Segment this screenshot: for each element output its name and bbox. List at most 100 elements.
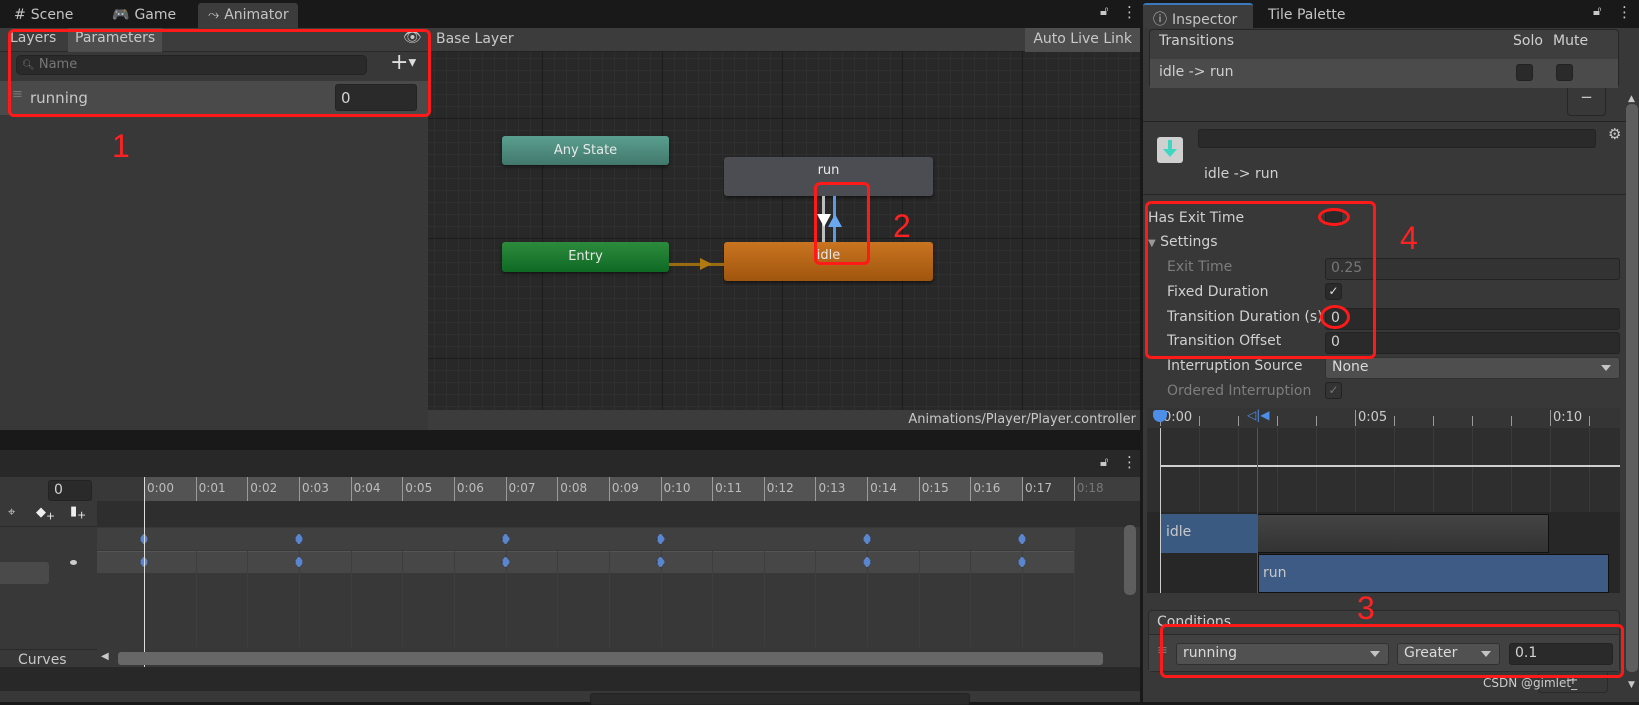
annotation-label-1: 1: [112, 128, 130, 164]
grid-icon: #: [14, 7, 26, 23]
grid-line: [350, 551, 352, 647]
timeline-tick: [1433, 416, 1434, 426]
keyframe[interactable]: [501, 556, 511, 568]
keyframe[interactable]: [501, 533, 511, 545]
timeline-tick: [1589, 416, 1590, 426]
grid-line: [1238, 428, 1239, 512]
timeline-tick: [1355, 410, 1356, 426]
solo-checkbox[interactable]: [1516, 64, 1533, 81]
keyframe[interactable]: [294, 533, 304, 545]
grid-line: [712, 551, 714, 647]
tab-animator[interactable]: ⤳ Animator: [198, 3, 298, 28]
ordered-interruption-checkbox[interactable]: ✓: [1325, 382, 1342, 399]
tab-tile-palette[interactable]: Tile Palette: [1258, 3, 1355, 28]
grid-line: [1394, 428, 1395, 512]
grid-line: [453, 551, 455, 647]
timeline-tick-label: 0:05: [1358, 410, 1388, 425]
annotation-box-1: [8, 29, 431, 117]
inspector-scrollbar[interactable]: [1626, 104, 1638, 672]
gear-icon[interactable]: ⚙: [1608, 125, 1621, 143]
transition-timeline[interactable]: 0:00 0:05 0:10 idle run ◁|◀: [1147, 408, 1629, 593]
console-search-input[interactable]: [590, 693, 970, 705]
entry-transition-arrow[interactable]: [669, 263, 724, 266]
timeline-tick: [1472, 416, 1473, 426]
tab-scene[interactable]: # Scene: [4, 3, 83, 28]
state-entry[interactable]: Entry: [502, 242, 669, 272]
keyframe[interactable]: [1017, 533, 1027, 545]
timeline-tick: [1277, 416, 1278, 426]
grid-line: [763, 551, 765, 647]
watermark: CSDN @gimlet_: [1483, 676, 1578, 690]
lock-icon[interactable]: 🔓︎: [1100, 4, 1108, 19]
menu-icon[interactable]: ⋮: [1617, 3, 1632, 21]
annotation-label-4: 4: [1400, 220, 1418, 256]
curves-tab[interactable]: Curves: [18, 652, 67, 668]
annotation-label-2: 2: [893, 208, 911, 244]
annotation-box-2: [814, 182, 870, 265]
graph-status-bar: Animations/Player/Player.controller: [428, 410, 1140, 430]
transition-row[interactable]: idle -> run: [1150, 59, 1618, 88]
grid-line: [815, 551, 817, 647]
timeline-tick: [1550, 410, 1551, 426]
grid-line: [1511, 428, 1512, 512]
inspector-tabbar: ⓘ Inspector Tile Palette 🔓︎ ⋮: [1143, 0, 1639, 28]
timeline-tick: [1511, 416, 1512, 426]
mute-checkbox[interactable]: [1556, 64, 1573, 81]
keyframe[interactable]: [862, 556, 872, 568]
scroll-up-icon[interactable]: ▲: [1628, 94, 1635, 104]
vertical-scrollbar[interactable]: [1124, 525, 1136, 595]
playhead[interactable]: [144, 477, 145, 669]
keyframe[interactable]: [656, 533, 665, 545]
left-tabbar: # Scene 🎮 Game ⤳ Animator 🔓︎ ⋮: [0, 0, 1140, 28]
scroll-down-icon[interactable]: ▼: [1628, 680, 1635, 690]
grid-line: [1433, 428, 1434, 512]
annotation-circle: [1318, 208, 1350, 226]
grid-line: [918, 551, 920, 647]
timeline-tick: [1238, 416, 1239, 426]
keyframe[interactable]: [862, 533, 872, 545]
grid-line: [970, 551, 972, 647]
grid-line: [1316, 428, 1317, 512]
grid-line: [1277, 428, 1278, 512]
annotation-box-3: [1160, 624, 1624, 678]
timeline-tick-label: 0:10: [1553, 410, 1583, 425]
animator-graph[interactable]: Base Layer Auto Live Link Animations/Pla…: [428, 28, 1140, 430]
timeline-tick: [1316, 416, 1317, 426]
menu-icon[interactable]: ⋮: [1122, 3, 1137, 21]
timeline-tick: [1199, 416, 1200, 426]
destination-state-bar[interactable]: run: [1258, 554, 1609, 593]
state-any-state[interactable]: Any State: [502, 136, 669, 165]
horizontal-scrollbar[interactable]: [118, 652, 1103, 665]
keyframe[interactable]: [656, 556, 665, 568]
transition-icon: [1157, 137, 1183, 163]
controller-path: Animations/Player/Player.controller: [908, 412, 1136, 427]
inspector-panel: Transitions Solo Mute idle -> run − ⚙ id…: [1143, 28, 1639, 702]
interruption-source-dropdown[interactable]: None: [1325, 357, 1620, 379]
auto-live-link-button[interactable]: Auto Live Link: [1025, 28, 1140, 52]
transition-marker-icon[interactable]: ◁|◀: [1247, 408, 1270, 422]
grid-line: [195, 551, 197, 647]
keyframe[interactable]: [1017, 556, 1027, 568]
tab-inspector[interactable]: ⓘ Inspector: [1143, 3, 1253, 28]
transition-title: idle -> run: [1204, 166, 1279, 182]
grid-line: [557, 551, 559, 647]
source-state-bar[interactable]: idle: [1160, 514, 1257, 553]
breadcrumb[interactable]: Base Layer: [436, 31, 514, 47]
keyframe[interactable]: [294, 556, 304, 568]
grid-line: [1199, 428, 1200, 512]
annotation-circle: [1320, 305, 1350, 329]
chevron-down-icon: [1601, 365, 1611, 371]
tab-game[interactable]: 🎮 Game: [102, 3, 186, 28]
lock-icon[interactable]: 🔓︎: [1593, 4, 1601, 19]
transition-name-input[interactable]: [1198, 129, 1596, 148]
timeline-tick-label: 0:00: [1163, 410, 1193, 425]
grid-line: [402, 551, 404, 647]
info-icon: ⓘ: [1153, 12, 1167, 28]
grid-line: [1472, 428, 1473, 512]
scroll-left-icon[interactable]: ◀: [101, 651, 109, 662]
grid-line: [608, 551, 610, 647]
grid-line: [1550, 428, 1551, 512]
grid-line: [1355, 428, 1356, 512]
remove-transition-button[interactable]: −: [1567, 88, 1606, 116]
grid-line: [247, 551, 249, 647]
